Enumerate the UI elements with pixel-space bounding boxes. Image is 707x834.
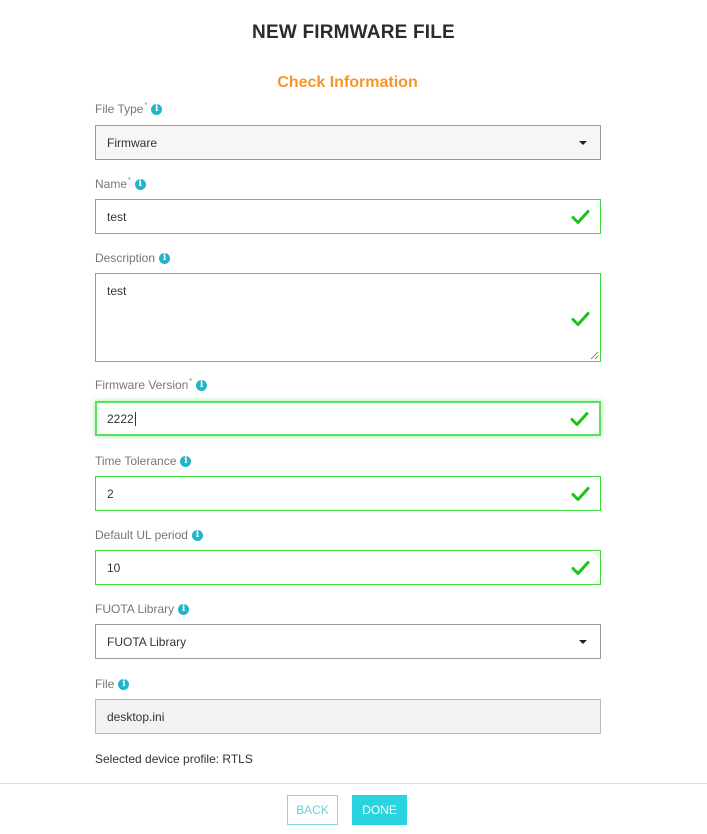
info-icon[interactable]: i bbox=[178, 603, 190, 615]
check-icon bbox=[571, 311, 590, 327]
description-value: test bbox=[107, 284, 127, 298]
page-title: NEW FIRMWARE FILE bbox=[252, 22, 455, 43]
firmware-version-label-text: Firmware Version bbox=[95, 378, 189, 392]
firmware-version-label: Firmware Version * i bbox=[95, 377, 208, 392]
default-ul-period-label: Default UL period i bbox=[95, 528, 203, 542]
file-value: desktop.ini bbox=[107, 709, 165, 724]
name-label: Name * i bbox=[95, 177, 146, 191]
required-marker: * bbox=[128, 176, 131, 184]
caret-down-icon bbox=[579, 640, 587, 644]
default-ul-period-label-text: Default UL period bbox=[95, 528, 188, 542]
resize-grip-icon[interactable] bbox=[590, 351, 599, 360]
fuota-library-label-text: FUOTA Library bbox=[95, 602, 175, 616]
fuota-library-label: FUOTA Library i bbox=[95, 602, 190, 616]
check-icon bbox=[571, 560, 590, 576]
fuota-library-select[interactable]: FUOTA Library bbox=[95, 624, 601, 659]
description-textarea[interactable]: test bbox=[95, 273, 601, 362]
firmware-version-input[interactable]: 2222 bbox=[95, 401, 601, 436]
file-type-value: Firmware bbox=[107, 135, 157, 150]
footer-divider bbox=[0, 783, 707, 784]
info-icon[interactable]: i bbox=[134, 178, 146, 190]
name-value: test bbox=[107, 209, 127, 224]
done-button[interactable]: DONE bbox=[352, 795, 407, 825]
default-ul-period-value: 10 bbox=[107, 560, 121, 575]
info-icon[interactable]: i bbox=[118, 678, 130, 690]
description-label: Description i bbox=[95, 251, 171, 265]
file-label-text: File bbox=[95, 677, 115, 691]
name-input[interactable]: test bbox=[95, 199, 601, 234]
name-label-text: Name bbox=[95, 177, 128, 191]
time-tolerance-label: Time Tolerance i bbox=[95, 454, 192, 468]
time-tolerance-label-text: Time Tolerance bbox=[95, 454, 177, 468]
default-ul-period-input[interactable]: 10 bbox=[95, 550, 601, 585]
firmware-version-value: 2222 bbox=[107, 411, 134, 426]
file-type-select[interactable]: Firmware bbox=[95, 125, 601, 160]
check-icon bbox=[571, 209, 590, 225]
file-label: File i bbox=[95, 677, 130, 691]
time-tolerance-value: 2 bbox=[107, 486, 114, 501]
check-icon bbox=[570, 411, 589, 427]
text-cursor bbox=[134, 411, 136, 426]
required-marker: * bbox=[144, 101, 148, 109]
file-input[interactable]: desktop.ini bbox=[95, 699, 601, 734]
required-marker: * bbox=[189, 377, 193, 385]
info-icon[interactable]: i bbox=[196, 379, 208, 391]
caret-down-icon bbox=[579, 141, 587, 145]
time-tolerance-input[interactable]: 2 bbox=[95, 476, 601, 511]
info-icon[interactable]: i bbox=[159, 252, 171, 264]
info-icon[interactable]: i bbox=[180, 455, 192, 467]
fuota-library-value: FUOTA Library bbox=[107, 634, 187, 649]
selected-device-profile: Selected device profile: RTLS bbox=[95, 752, 253, 766]
description-label-text: Description bbox=[95, 251, 156, 265]
file-type-label-text: File Type bbox=[95, 102, 144, 116]
info-icon[interactable]: i bbox=[151, 103, 163, 115]
check-icon bbox=[571, 486, 590, 502]
file-type-label: File Type * i bbox=[95, 101, 163, 116]
step-subtitle: Check Information bbox=[277, 74, 418, 91]
info-icon[interactable]: i bbox=[191, 529, 203, 541]
back-button[interactable]: BACK bbox=[287, 795, 338, 825]
